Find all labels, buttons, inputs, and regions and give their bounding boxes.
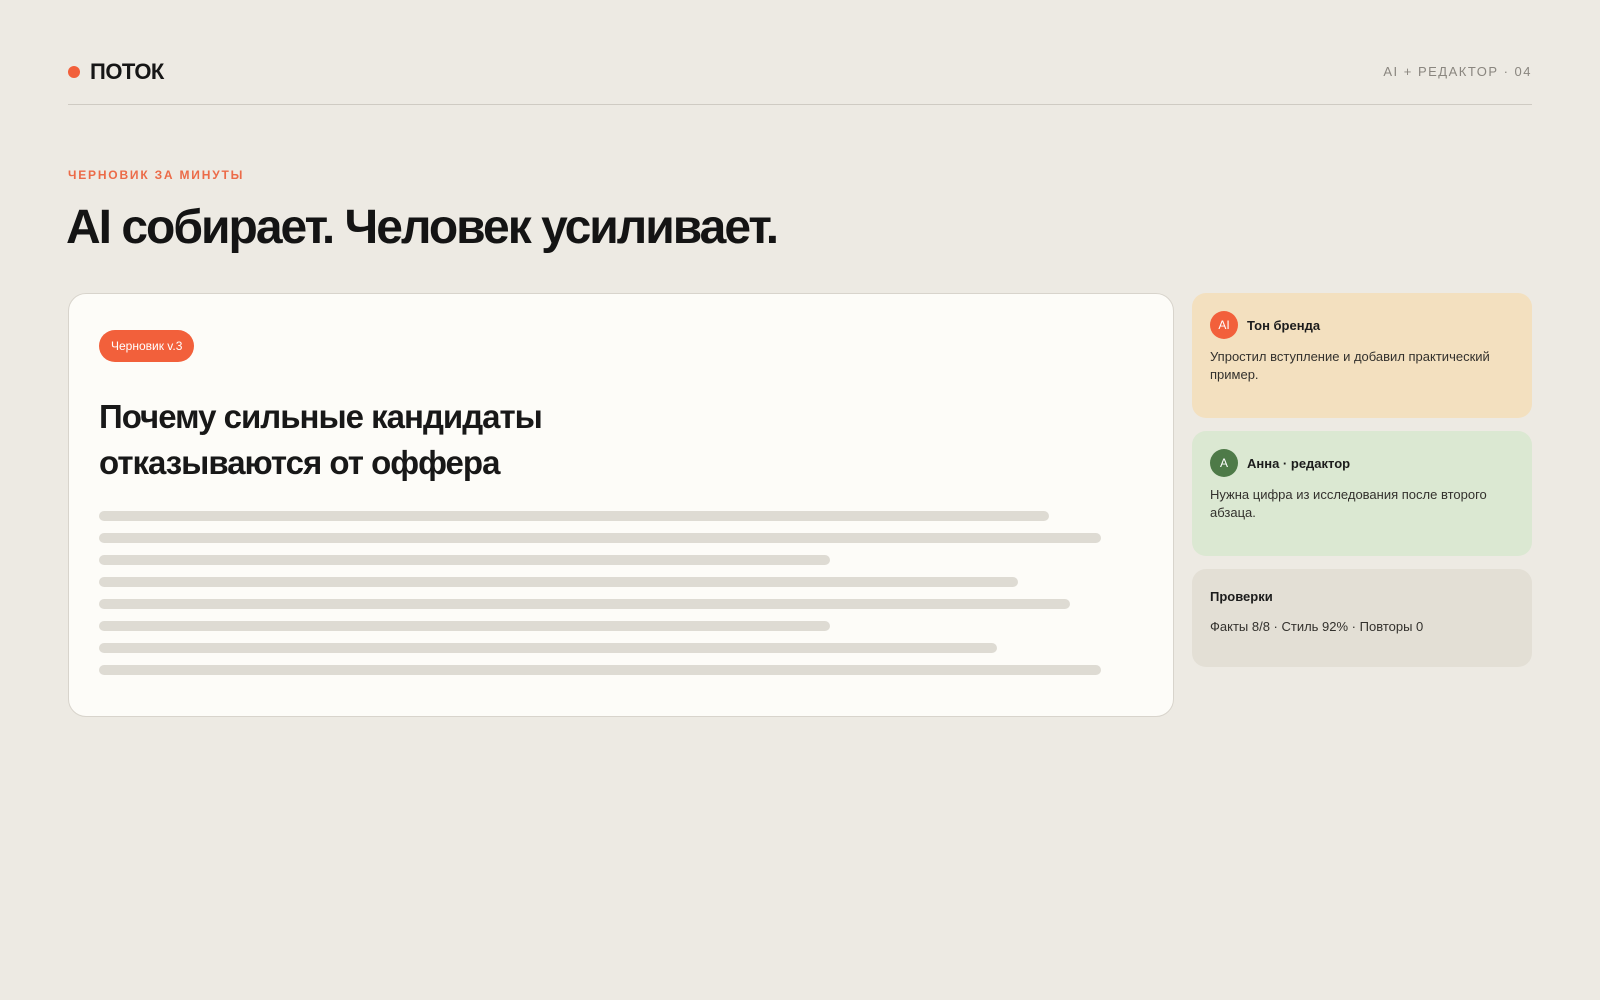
avatar: A: [1210, 449, 1238, 477]
draft-card[interactable]: Черновик v.3 Почему сильные кандидаты от…: [68, 293, 1174, 717]
brand-name: ПОТОК: [90, 59, 164, 84]
comment-title: Тон бренда: [1247, 317, 1321, 333]
skeleton-line: [99, 643, 997, 653]
checks-card[interactable]: Проверки Факты 8/8 · Стиль 92% · Повторы…: [1192, 569, 1532, 667]
top-header: ПОТОК AI + РЕДАКТОР · 04: [68, 56, 1532, 105]
brand-logo[interactable]: ПОТОК: [68, 56, 164, 88]
comment-header: A Анна · редактор: [1210, 449, 1514, 477]
comment-text: Нужна цифра из исследования после второг…: [1210, 487, 1487, 520]
comment-header: AI Тон бренда: [1210, 311, 1514, 339]
draft-title: Почему сильные кандидаты отказываются от…: [99, 398, 543, 481]
comment-text: Упростил вступление и добавил практическ…: [1210, 349, 1490, 382]
skeleton-line: [99, 533, 1101, 543]
skeleton-line: [99, 621, 830, 631]
hero-eyebrow: ЧЕРНОВИК ЗА МИНУТЫ: [68, 168, 245, 182]
checks-summary: Факты 8/8 · Стиль 92% · Повторы 0: [1210, 619, 1424, 634]
skeleton-line: [99, 511, 1049, 521]
comment-card-ai[interactable]: AI Тон бренда Упростил вступление и доба…: [1192, 293, 1532, 418]
avatar: AI: [1210, 311, 1238, 339]
draft-version-badge: Черновик v.3: [99, 330, 195, 362]
brand-dot-icon: [68, 66, 80, 78]
header-meta: AI + РЕДАКТОР · 04: [1383, 64, 1532, 79]
hero-headline: AI собирает. Человек усиливает.: [66, 201, 779, 254]
skeleton-line: [99, 665, 1101, 675]
skeleton-line: [99, 577, 1018, 587]
comment-card-editor[interactable]: A Анна · редактор Нужна цифра из исследо…: [1192, 431, 1532, 556]
checks-title: Проверки: [1210, 589, 1273, 604]
comment-title: Анна · редактор: [1247, 455, 1351, 471]
skeleton-line: [99, 599, 1070, 609]
skeleton-line: [99, 555, 830, 565]
page: ПОТОК AI + РЕДАКТОР · 04 ЧЕРНОВИК ЗА МИН…: [0, 0, 1600, 1000]
draft-body-placeholder: [99, 511, 1101, 687]
